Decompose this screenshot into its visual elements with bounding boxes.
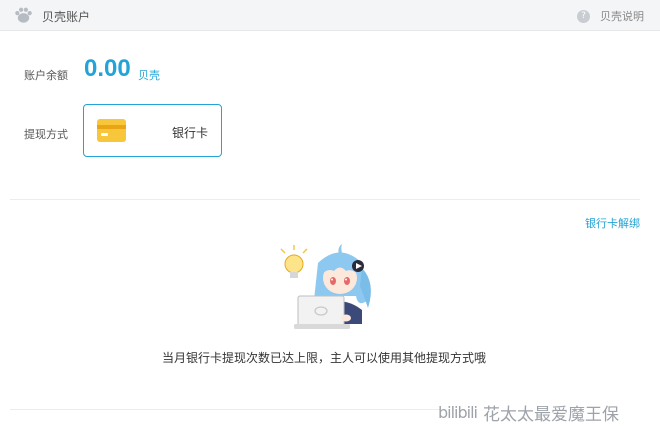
withdraw-limit-notice: 当月银行卡提现次数已达上限，主人可以使用其他提现方式哦 xyxy=(161,351,486,365)
help-label: 贝壳说明 xyxy=(600,10,644,23)
balance-amount: 0.00 xyxy=(84,55,131,82)
watermark-text: 花太太最爱魔王保 xyxy=(482,404,619,425)
bank-card-label: 银行卡 xyxy=(172,126,209,140)
help-link[interactable]: ? 贝壳说明 xyxy=(577,8,644,24)
question-icon: ? xyxy=(577,9,590,23)
watermark: bilibili 花太太最爱魔王保 xyxy=(438,400,619,425)
balance-label: 账户余额 xyxy=(24,69,68,82)
unbind-bank-card-link[interactable]: 银行卡解绑 xyxy=(585,215,640,231)
bottom-divider xyxy=(10,409,440,410)
top-bar: 贝壳账户 ? 贝壳说明 xyxy=(0,0,660,31)
bilibili-logo: bilibili xyxy=(438,402,478,422)
section-divider xyxy=(10,199,640,200)
bank-card-option[interactable]: 银行卡 xyxy=(83,104,222,157)
balance-unit: 贝壳 xyxy=(138,69,160,82)
paw-icon xyxy=(15,7,32,23)
mascot-illustration xyxy=(280,244,371,329)
withdraw-method-label: 提现方式 xyxy=(24,128,68,141)
lightbulb-icon xyxy=(280,245,308,278)
bank-card-icon xyxy=(97,119,126,142)
page-title: 贝壳账户 xyxy=(42,10,91,24)
